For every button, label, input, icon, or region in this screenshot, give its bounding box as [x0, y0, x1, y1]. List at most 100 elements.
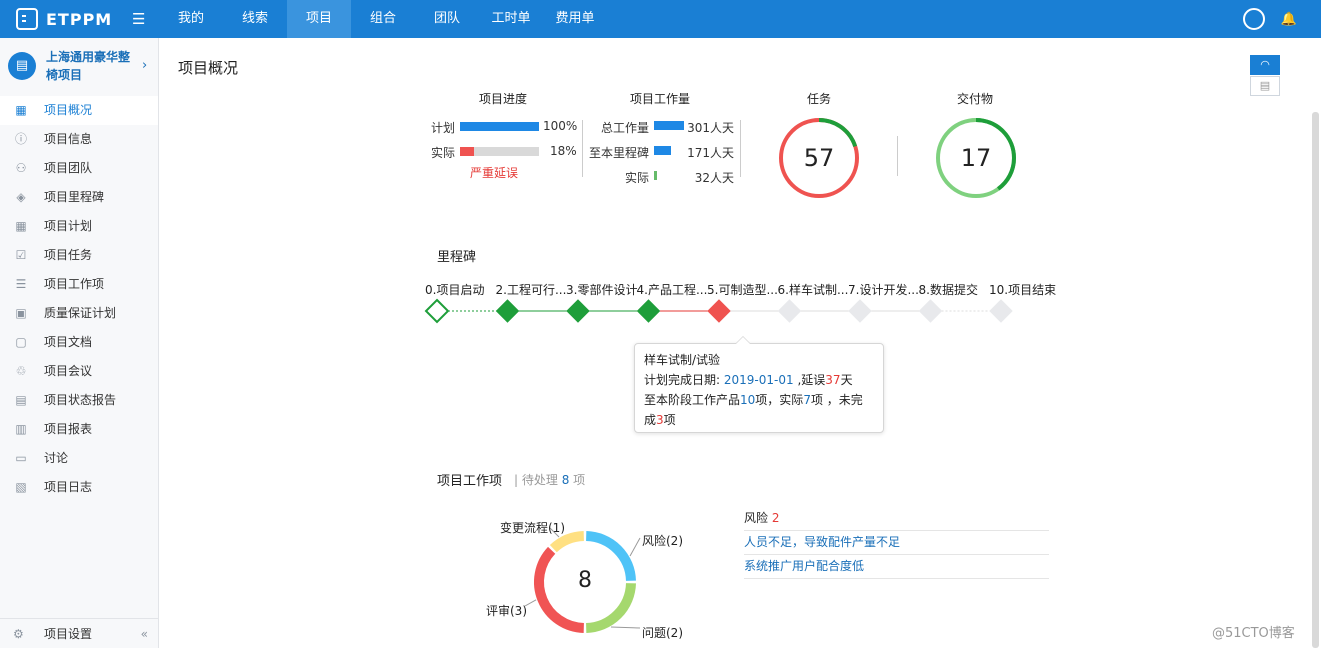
sidebar-item-discussion[interactable]: ▭ 讨论	[0, 444, 158, 473]
milestone-diamond[interactable]	[566, 299, 590, 323]
sidebar-item-quality[interactable]: ▣ 质量保证计划	[0, 299, 158, 328]
tooltip-text: 至本阶段工作产品	[644, 393, 741, 407]
sidebar-item-label: 项目计划	[44, 219, 93, 233]
tooltip-delay-prefix: ,延误	[797, 373, 826, 387]
collapse-icon[interactable]: «	[141, 619, 148, 648]
table-view-icon[interactable]: ▤	[1250, 76, 1280, 96]
milestone-diamond[interactable]	[707, 299, 731, 323]
project-header[interactable]: ▤ 上海通用豪华整椅项目 ›	[0, 38, 158, 96]
milestone-diamond[interactable]	[989, 299, 1013, 323]
chart-icon: ▥	[15, 422, 27, 436]
sidebar-item-info[interactable]: ⓘ 项目信息	[0, 125, 158, 154]
tooltip-planned: 10	[740, 393, 756, 407]
sidebar-item-log[interactable]: ▧ 项目日志	[0, 473, 158, 502]
report-icon: ▤	[15, 393, 27, 407]
meeting-icon: ♲	[15, 364, 27, 378]
workload-label: 至本里程碑	[588, 146, 649, 160]
sidebar-menu: ▦ 项目概况 ⓘ 项目信息 ⚇ 项目团队 ◈ 项目里程碑 ▦ 项目计划 ☑ 项目任务 ☰ 项目…	[0, 96, 158, 502]
work-items-total: 8	[578, 568, 592, 593]
calendar-icon: ▦	[15, 219, 27, 233]
menu-icon[interactable]: ☰	[132, 10, 145, 28]
milestone-diamond[interactable]	[848, 299, 872, 323]
milestone-diamond[interactable]	[636, 299, 661, 323]
milestone-track	[424, 298, 1013, 324]
sidebar-item-tasks[interactable]: ☑ 项目任务	[0, 241, 158, 270]
progress-title: 项目进度	[478, 92, 527, 106]
tooltip-date: 2019-01-01	[723, 373, 794, 387]
log-icon: ▧	[15, 480, 27, 494]
nav-team[interactable]: 团队	[415, 0, 479, 38]
sidebar-item-plan[interactable]: ▦ 项目计划	[0, 212, 158, 241]
sidebar-item-label: 项目概况	[44, 103, 93, 117]
project-name: 上海通用豪华整椅项目	[46, 50, 131, 82]
nav-portfolio[interactable]: 组合	[351, 0, 415, 38]
top-right-tools: 🔔	[1242, 8, 1297, 30]
document-icon: ▢	[15, 335, 27, 349]
tooltip-text: 成	[644, 413, 657, 427]
tooltip-name: 样车试制/试验	[644, 353, 721, 367]
donut-label-review[interactable]: 评审(3)	[486, 602, 527, 619]
milestone-diamond[interactable]	[495, 299, 520, 323]
risk-item[interactable]: 人员不足，导致配件产量不足	[744, 531, 1049, 555]
sidebar-item-meetings[interactable]: ♲ 项目会议	[0, 357, 158, 386]
sidebar-item-team[interactable]: ⚇ 项目团队	[0, 154, 158, 183]
nav-my[interactable]: 我的	[159, 0, 223, 38]
sidebar-item-label: 项目状态报告	[44, 393, 117, 407]
nav-projects[interactable]: 项目	[287, 0, 351, 38]
donut-label-risk[interactable]: 风险(2)	[642, 532, 683, 549]
sidebar-item-label: 项目团队	[44, 161, 93, 175]
watermark: @51CTO博客	[1212, 626, 1295, 641]
view-switcher: ◠ ▤	[1250, 55, 1280, 97]
dashboard-view-icon[interactable]: ◠	[1250, 55, 1280, 75]
grid-icon: ▦	[15, 103, 27, 117]
main-nav: 我的 线索 项目 组合 团队 工时单 费用单	[159, 0, 607, 38]
sidebar-item-docs[interactable]: ▢ 项目文档	[0, 328, 158, 357]
donut-label-issue[interactable]: 问题(2)	[642, 624, 683, 641]
tooltip-actual: 7	[803, 393, 811, 407]
user-avatar-icon[interactable]	[1242, 8, 1265, 30]
risk-item[interactable]: 系统推广用户配合度低	[744, 555, 1049, 579]
sidebar-item-work-items[interactable]: ☰ 项目工作项	[0, 270, 158, 299]
sidebar-settings[interactable]: ⚙ 项目设置 «	[0, 618, 158, 648]
sidebar-settings-label: 项目设置	[44, 627, 93, 641]
risk-count: 2	[771, 511, 780, 525]
tooltip-line2: 至本阶段工作产品10项，实际7项 ，未完	[644, 390, 874, 410]
top-nav-bar: ETPPM ☰ 我的 线索 项目 组合 团队 工时单 费用单 🔔	[0, 0, 1321, 38]
sidebar-item-milestones[interactable]: ◈ 项目里程碑	[0, 183, 158, 212]
team-icon: ⚇	[15, 161, 27, 175]
actual-bar	[460, 147, 539, 156]
sidebar-item-status-report[interactable]: ▤ 项目状态报告	[0, 386, 158, 415]
sidebar-item-label: 项目会议	[44, 364, 93, 378]
task-check-icon: ☑	[15, 248, 27, 262]
sidebar-item-overview[interactable]: ▦ 项目概况	[0, 96, 158, 125]
scrollbar[interactable]	[1312, 112, 1319, 648]
milestone-diamond[interactable]	[918, 299, 943, 323]
logo-text: ETPPM	[46, 9, 113, 29]
chevron-right-icon[interactable]: ›	[142, 58, 147, 73]
pending-count: 8	[561, 473, 570, 487]
actual-value: 18%	[550, 144, 577, 158]
logo[interactable]: ETPPM	[16, 6, 112, 32]
nav-leads[interactable]: 线索	[223, 0, 287, 38]
pending-suffix: 项	[573, 473, 586, 487]
donut-segment[interactable]	[549, 531, 585, 553]
bell-icon[interactable]: 🔔	[1281, 12, 1297, 27]
risk-label: 风险	[744, 511, 769, 525]
nav-expense[interactable]: 费用单	[543, 0, 607, 38]
plan-value: 100%	[543, 119, 578, 133]
nav-timesheet[interactable]: 工时单	[479, 0, 543, 38]
milestone-diamond[interactable]	[777, 299, 802, 323]
tooltip-text: 项	[663, 413, 676, 427]
sidebar-item-label: 项目报表	[44, 422, 93, 436]
sidebar-item-label: 质量保证计划	[44, 306, 117, 320]
tooltip-date-label: 计划完成日期:	[644, 373, 721, 387]
logo-icon	[16, 8, 38, 30]
milestone-diamond[interactable]	[424, 298, 450, 324]
workload-bar	[654, 171, 658, 180]
tooltip-delay-days: 37	[825, 373, 841, 387]
risk-header: 风险 2	[744, 509, 779, 526]
donut-leader-line	[629, 537, 641, 557]
donut-label-change[interactable]: 变更流程(1)	[500, 519, 565, 536]
sidebar-item-reports[interactable]: ▥ 项目报表	[0, 415, 158, 444]
plan-bar	[460, 122, 539, 131]
